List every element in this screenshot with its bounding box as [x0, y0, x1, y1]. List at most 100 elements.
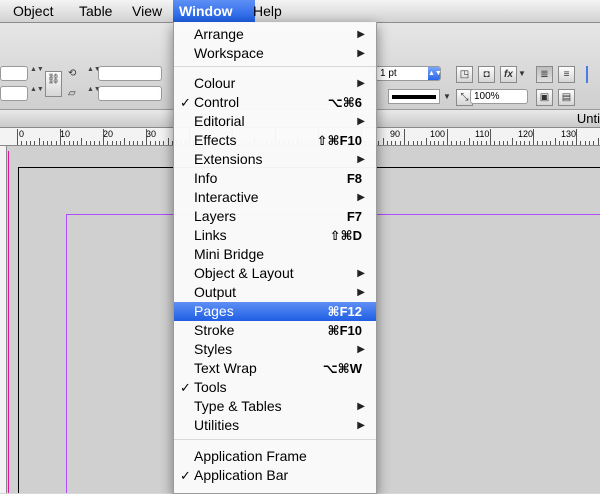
- menu-item-application-bar[interactable]: ✓ Application Bar: [174, 466, 376, 485]
- menu-item-styles[interactable]: Styles ▶: [174, 340, 376, 359]
- menu-object[interactable]: Object: [7, 0, 59, 22]
- menu-item-info[interactable]: Info F8: [174, 169, 376, 188]
- menu-item-workspace[interactable]: Workspace ▶: [174, 44, 376, 63]
- vertical-ruler[interactable]: [0, 146, 7, 493]
- ruler-tick: [542, 141, 543, 145]
- menu-item-label: Stroke: [194, 322, 235, 338]
- menu-item-label: Output: [194, 284, 237, 300]
- effects-fx-icon[interactable]: fx: [500, 66, 517, 83]
- menu-item-links[interactable]: Links ⇧⌘D: [174, 226, 376, 245]
- page-left-edge: [18, 167, 19, 493]
- ruler-tick: [447, 129, 448, 145]
- menu-item-label: Arrange: [194, 26, 244, 42]
- checkmark-icon: ✓: [180, 95, 191, 110]
- stroke-type-field[interactable]: [388, 89, 440, 104]
- menu-item-shortcut: F8: [346, 171, 362, 186]
- stroke-weight-value: 1 pt: [380, 68, 397, 79]
- submenu-arrow-icon: ▶: [357, 401, 365, 412]
- menu-item-editorial[interactable]: Editorial ▶: [174, 112, 376, 131]
- ruler-tick: [443, 141, 444, 145]
- ruler-tick: [524, 141, 525, 145]
- ruler-tick: [464, 141, 465, 145]
- ruler-tick: [404, 129, 405, 145]
- menu-item-application-frame[interactable]: Application Frame: [174, 447, 376, 466]
- ruler-tick: [400, 141, 401, 145]
- drop-shadow-icon[interactable]: ◘: [478, 66, 495, 83]
- ruler-tick: [426, 138, 427, 145]
- ruler-label: 30: [146, 129, 157, 139]
- menu-item-layers[interactable]: Layers F7: [174, 207, 376, 226]
- menu-item-text-wrap[interactable]: Text Wrap ⌥⌘W: [174, 359, 376, 378]
- menu-item-object-and-layout[interactable]: Object & Layout ▶: [174, 264, 376, 283]
- constrain-proportions-icon[interactable]: ⛓: [45, 71, 62, 97]
- stroke-type-dropdown-icon[interactable]: ▼: [443, 89, 453, 104]
- checkmark-icon: ✓: [180, 380, 191, 395]
- menu-item-shortcut: ⌥⌘W: [322, 361, 362, 376]
- x-field[interactable]: [0, 66, 28, 81]
- ruler-tick: [503, 141, 504, 145]
- menu-item-colour[interactable]: Colour ▶: [174, 74, 376, 93]
- menu-item-pages[interactable]: Pages ⌘F12: [174, 302, 376, 321]
- ruler-tick: [142, 141, 143, 145]
- menu-item-label: Extensions: [194, 151, 263, 167]
- margin-guide-left: [66, 214, 67, 493]
- ruler-tick: [533, 129, 534, 145]
- ruler-tick: [490, 129, 491, 145]
- y-stepper[interactable]: ▲▼: [30, 86, 44, 101]
- menu-item-effects[interactable]: Effects ⇧⌘F10: [174, 131, 376, 150]
- ruler-tick: [159, 141, 160, 145]
- submenu-arrow-icon: ▶: [357, 344, 365, 355]
- submenu-arrow-icon: ▶: [357, 192, 365, 203]
- menu-help[interactable]: Help: [247, 0, 288, 22]
- text-frame-options-icon[interactable]: ▣: [536, 89, 553, 106]
- submenu-arrow-icon: ▶: [357, 287, 365, 298]
- menu-item-interactive[interactable]: Interactive ▶: [174, 188, 376, 207]
- menu-window[interactable]: Window: [173, 0, 255, 22]
- x-stepper[interactable]: ▲▼: [30, 66, 44, 81]
- distribute-icon[interactable]: ▤: [558, 89, 575, 106]
- ruler-tick: [516, 141, 517, 145]
- scale-y-stepper[interactable]: ▲▼: [87, 86, 101, 101]
- effects-dropdown-icon[interactable]: ▼: [518, 69, 526, 78]
- ruler-tick: [163, 141, 164, 145]
- menu-item-tools[interactable]: ✓ Tools: [174, 378, 376, 397]
- menu-item-type-and-tables[interactable]: Type & Tables ▶: [174, 397, 376, 416]
- menu-item-label: Pages: [194, 303, 234, 319]
- menu-item-stroke[interactable]: Stroke ⌘F10: [174, 321, 376, 340]
- menu-item-extensions[interactable]: Extensions ▶: [174, 150, 376, 169]
- ruler-tick: [112, 141, 113, 145]
- menu-table[interactable]: Table: [73, 0, 118, 22]
- menu-item-mini-bridge[interactable]: Mini Bridge: [174, 245, 376, 264]
- y-field[interactable]: [0, 86, 28, 101]
- menu-item-utilities[interactable]: Utilities ▶: [174, 416, 376, 435]
- scale-x-stepper[interactable]: ▲▼: [87, 66, 101, 81]
- align-center-icon[interactable]: ≡: [558, 66, 575, 83]
- ruler-tick: [378, 141, 379, 145]
- align-left-icon[interactable]: ≣: [536, 66, 553, 83]
- ruler-tick: [26, 141, 27, 145]
- submenu-arrow-icon: ▶: [357, 154, 365, 165]
- ruler-tick: [559, 141, 560, 145]
- ruler-tick: [563, 141, 564, 145]
- ruler-tick: [168, 138, 169, 145]
- ruler-tick: [99, 141, 100, 145]
- select-container-icon[interactable]: ◳: [456, 66, 473, 83]
- menu-item-control[interactable]: ✓ Control ⌥⌘6: [174, 93, 376, 112]
- scale-y-field[interactable]: [98, 86, 162, 101]
- bleed-guide: [8, 151, 9, 493]
- ruler-tick: [408, 141, 409, 145]
- stroke-weight-field[interactable]: 1 pt ▲▼: [375, 66, 442, 81]
- ruler-tick: [30, 141, 31, 145]
- menu-item-arrange[interactable]: Arrange ▶: [174, 25, 376, 44]
- stroke-weight-dropdown-icon[interactable]: ▲▼: [428, 67, 442, 80]
- menu-item-output[interactable]: Output ▶: [174, 283, 376, 302]
- ruler-tick: [421, 141, 422, 145]
- ruler-tick: [434, 141, 435, 145]
- ruler-tick: [550, 141, 551, 145]
- scale-x-field[interactable]: [98, 66, 162, 81]
- opacity-field[interactable]: 100%: [470, 89, 528, 104]
- ruler-tick: [580, 141, 581, 145]
- ruler-tick: [73, 141, 74, 145]
- menu-item-label: Tools: [194, 379, 227, 395]
- menu-view[interactable]: View: [126, 0, 168, 22]
